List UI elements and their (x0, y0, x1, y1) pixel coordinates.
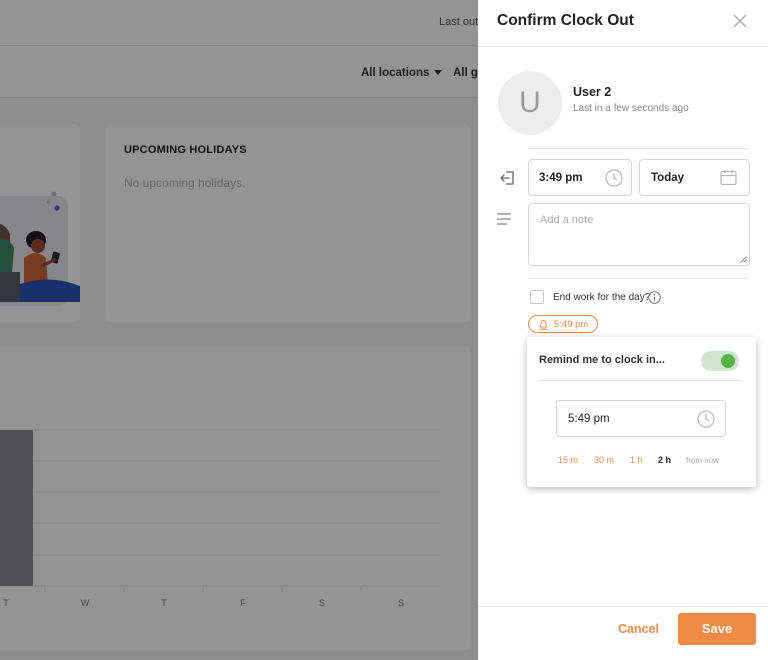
reminder-time-value: 5:49 pm (568, 413, 610, 425)
clock-icon (605, 169, 623, 187)
close-icon[interactable] (732, 13, 748, 29)
clock-out-time-value: 3:49 pm (539, 172, 583, 184)
toggle-knob (721, 354, 735, 368)
reminder-pill[interactable]: 5:49 pm (528, 315, 598, 333)
from-now-text: from now (686, 456, 719, 465)
header-divider (478, 46, 768, 47)
reminder-bell-icon (539, 320, 548, 330)
footer-divider (478, 606, 768, 607)
avatar: U (498, 71, 562, 135)
reminder-toggle[interactable] (701, 351, 739, 371)
reminder-time-field[interactable]: 5:49 pm (556, 400, 726, 437)
end-work-label: End work for the day? (553, 292, 651, 303)
divider (528, 148, 749, 149)
clock-out-date-field[interactable]: Today (639, 159, 750, 196)
info-icon[interactable] (648, 291, 661, 304)
calendar-icon (720, 170, 737, 186)
quick-option-15m[interactable]: 15 m (558, 455, 578, 465)
reminder-pill-text: 5:49 pm (554, 319, 589, 330)
modal-overlay[interactable] (0, 0, 478, 660)
clock-out-time-field[interactable]: 3:49 pm (528, 159, 632, 196)
divider (528, 278, 749, 279)
confirm-clock-out-panel: Confirm Clock Out U User 2 Last in a few… (478, 0, 768, 660)
clock-icon (697, 410, 715, 428)
note-lines-icon (497, 213, 511, 225)
note-input[interactable] (528, 203, 750, 266)
clock-out-icon (500, 171, 514, 185)
quick-option-1h[interactable]: 1 h (630, 455, 643, 465)
reminder-popup: Remind me to clock in... 5:49 pm 15 m 30… (527, 337, 756, 487)
popup-divider (538, 380, 742, 381)
quick-option-2h[interactable]: 2 h (658, 455, 671, 465)
panel-title: Confirm Clock Out (497, 12, 634, 29)
last-in-text: Last in a few seconds ago (573, 103, 689, 114)
quick-option-30m[interactable]: 30 m (594, 455, 614, 465)
cancel-button[interactable]: Cancel (618, 622, 659, 636)
end-work-checkbox[interactable] (530, 290, 544, 304)
user-name: User 2 (573, 85, 612, 99)
reminder-popup-title: Remind me to clock in... (539, 354, 665, 366)
save-button[interactable]: Save (678, 613, 756, 645)
clock-out-date-value: Today (651, 172, 685, 184)
